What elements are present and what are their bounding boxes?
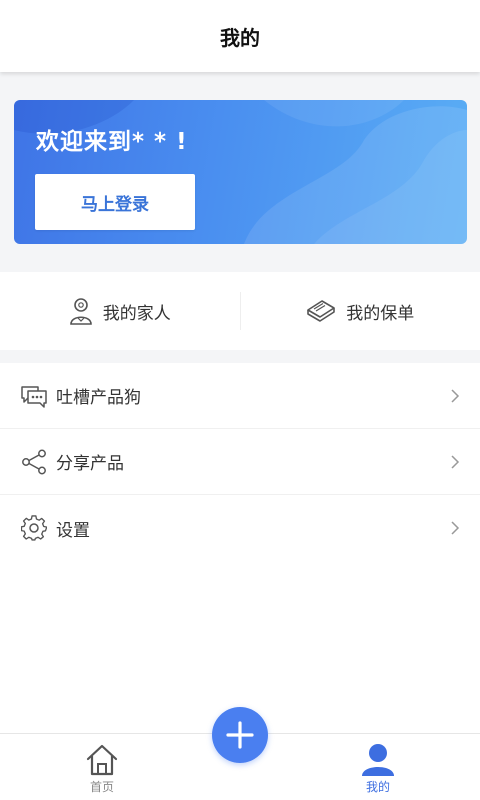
chevron-right-icon xyxy=(451,454,460,469)
menu-label-settings: 设置 xyxy=(56,520,90,541)
share-icon xyxy=(22,449,46,474)
my-family-label: 我的家人 xyxy=(102,303,171,324)
add-button[interactable] xyxy=(212,707,268,763)
welcome-banner: 欢迎来到* * ! 马上登录 xyxy=(14,100,467,244)
my-family-entry[interactable]: 我的家人 xyxy=(0,272,240,350)
my-policy-entry[interactable]: 我的保单 xyxy=(241,272,480,350)
tab-home-label: 首页 xyxy=(89,780,114,794)
welcome-text: 欢迎来到* * ! xyxy=(36,129,188,155)
menu-list: 吐槽产品狗 分享产品 设置 xyxy=(0,363,480,561)
feedback-chat-icon xyxy=(21,385,47,408)
user-icon xyxy=(362,744,394,776)
page-title: 我的 xyxy=(220,25,260,50)
menu-item-share[interactable]: 分享产品 xyxy=(0,429,480,495)
chevron-right-icon xyxy=(451,388,460,403)
family-person-icon xyxy=(69,298,92,325)
plus-icon xyxy=(226,721,254,749)
policy-book-icon xyxy=(307,300,336,322)
menu-label-share: 分享产品 xyxy=(56,454,124,474)
banner-section: 欢迎来到* * ! 马上登录 xyxy=(0,72,480,270)
login-button[interactable]: 马上登录 xyxy=(35,174,195,230)
top-header: 我的 xyxy=(0,0,480,72)
quick-entries: 我的家人 我的保单 xyxy=(0,272,480,350)
menu-label-feedback: 吐槽产品狗 xyxy=(56,388,141,408)
my-policy-label: 我的保单 xyxy=(346,303,415,324)
menu-item-feedback[interactable]: 吐槽产品狗 xyxy=(0,363,480,429)
chevron-right-icon xyxy=(451,521,460,535)
gear-icon xyxy=(21,515,47,541)
tab-mine[interactable]: 我的 xyxy=(318,734,438,800)
menu-item-settings[interactable]: 设置 xyxy=(0,495,480,561)
tab-mine-label: 我的 xyxy=(365,780,390,794)
tab-home[interactable]: 首页 xyxy=(42,734,162,800)
home-icon xyxy=(86,744,118,776)
